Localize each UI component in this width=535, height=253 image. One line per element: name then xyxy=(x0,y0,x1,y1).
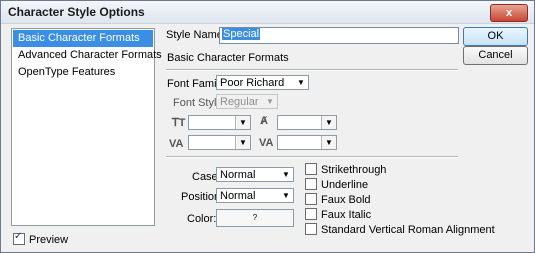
sidebar-item-basic-character-formats[interactable]: Basic Character Formats xyxy=(13,30,153,47)
tracking-select[interactable]: ▼ xyxy=(277,135,337,150)
font-family-value: Poor Richard xyxy=(220,77,285,89)
chevron-down-icon: ▼ xyxy=(321,116,336,129)
chevron-down-icon: ▼ xyxy=(321,136,336,149)
faux-bold-option[interactable]: Faux Bold xyxy=(305,193,371,206)
underline-option[interactable]: Underline xyxy=(305,178,368,191)
dialog-title: Character Style Options xyxy=(8,5,145,19)
sidebar-item-advanced-character-formats[interactable]: Advanced Character Formats xyxy=(13,47,162,64)
leading-icon: Ⱥ xyxy=(260,115,268,127)
strikethrough-checkbox[interactable] xyxy=(305,163,317,175)
vertical-roman-alignment-option[interactable]: Standard Vertical Roman Alignment xyxy=(305,223,495,236)
chevron-down-icon: ▼ xyxy=(297,78,305,87)
kerning-select[interactable]: ▼ xyxy=(188,135,251,150)
chevron-down-icon: ▼ xyxy=(282,170,290,179)
vertical-roman-alignment-checkbox[interactable] xyxy=(305,223,317,235)
color-label: Color: xyxy=(187,213,217,225)
position-value: Normal xyxy=(220,190,256,202)
leading-select[interactable]: ▼ xyxy=(277,115,337,130)
faux-bold-label: Faux Bold xyxy=(321,194,371,206)
vertical-roman-alignment-label: Standard Vertical Roman Alignment xyxy=(321,224,495,236)
faux-italic-checkbox[interactable] xyxy=(305,208,317,220)
preview-checkbox[interactable] xyxy=(13,231,25,245)
category-list: Basic Character Formats Advanced Charact… xyxy=(11,28,162,226)
chevron-down-icon: ▼ xyxy=(266,97,274,106)
font-size-select[interactable]: ▼ xyxy=(188,115,251,130)
case-select[interactable]: Normal ▼ xyxy=(216,167,294,182)
tracking-icon: VA xyxy=(259,137,274,149)
faux-italic-option[interactable]: Faux Italic xyxy=(305,208,371,221)
sidebar-item-opentype-features[interactable]: OpenType Features xyxy=(13,64,153,81)
title-bar[interactable]: Character Style Options x xyxy=(1,1,534,24)
case-value: Normal xyxy=(220,169,256,181)
font-style-value: Regular xyxy=(220,96,259,108)
strikethrough-option[interactable]: Strikethrough xyxy=(305,163,386,176)
underline-label: Underline xyxy=(321,179,369,191)
ok-button[interactable]: OK xyxy=(463,27,528,46)
section-divider xyxy=(166,69,458,71)
section-title: Basic Character Formats xyxy=(167,52,289,64)
strikethrough-label: Strikethrough xyxy=(321,164,387,176)
underline-checkbox[interactable] xyxy=(305,178,317,190)
color-swatch[interactable]: ? xyxy=(216,209,294,227)
chevron-down-icon: ▼ xyxy=(282,191,290,200)
dialog-window: Character Style Options x Basic Characte… xyxy=(0,0,535,253)
style-name-input[interactable]: Special xyxy=(219,27,459,44)
faux-italic-label: Faux Italic xyxy=(321,209,372,221)
chevron-down-icon: ▼ xyxy=(235,116,250,129)
font-style-select[interactable]: Regular ▼ xyxy=(216,94,278,109)
font-family-select[interactable]: Poor Richard ▼ xyxy=(216,75,309,90)
style-name-value: Special xyxy=(222,28,261,40)
preview-label: Preview xyxy=(29,234,69,246)
chevron-down-icon: ▼ xyxy=(235,136,250,149)
section-divider xyxy=(166,156,458,158)
preview-toggle[interactable]: Preview xyxy=(13,231,69,246)
close-button[interactable]: x xyxy=(490,4,528,22)
font-size-icon: ꓔT xyxy=(172,117,186,129)
position-select[interactable]: Normal ▼ xyxy=(216,188,294,203)
kerning-icon: VA xyxy=(169,138,184,150)
faux-bold-checkbox[interactable] xyxy=(305,193,317,205)
style-name-label: Style Name: xyxy=(166,29,226,41)
cancel-button[interactable]: Cancel xyxy=(463,46,528,65)
